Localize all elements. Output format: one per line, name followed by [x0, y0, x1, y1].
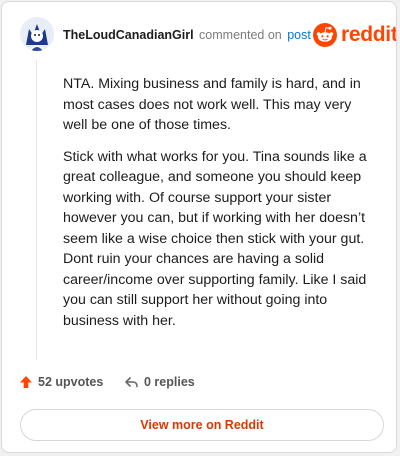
author-name[interactable]: TheLoudCanadianGirl	[63, 28, 194, 42]
reply-label: 0 replies	[144, 375, 195, 389]
comment-paragraph: NTA. Mixing business and family is hard,…	[63, 76, 361, 133]
upvote-label: 52 upvotes	[38, 375, 104, 389]
thread-line	[36, 60, 37, 360]
comment-header: TheLoudCanadianGirl commented on post re…	[2, 2, 396, 66]
reply-arrow-icon	[125, 376, 138, 387]
user-avatar[interactable]	[20, 17, 54, 51]
upvote-count[interactable]: 52 upvotes	[19, 375, 103, 389]
view-more-on-reddit-button[interactable]: View more on Reddit	[20, 409, 384, 441]
comment-footer: 52 upvotes 0 replies	[2, 372, 396, 398]
reddit-comment-embed: TheLoudCanadianGirl commented on post re…	[1, 1, 397, 453]
reddit-wordmark: reddit	[341, 23, 397, 46]
reply-count[interactable]: 0 replies	[124, 375, 195, 389]
comment-paragraph: Stick with what works for you. Tina soun…	[63, 148, 367, 329]
reddit-alien-icon	[313, 23, 337, 47]
upvote-arrow-icon	[20, 376, 32, 388]
avatar-icon	[20, 17, 54, 51]
reddit-logo[interactable]: reddit	[313, 22, 397, 48]
post-link[interactable]: post	[287, 28, 311, 42]
comment-action-text: commented on	[199, 28, 282, 42]
comment-body: NTA. Mixing business and family is hard,…	[63, 74, 373, 342]
comment-meta: TheLoudCanadianGirl commented on post	[63, 27, 311, 43]
